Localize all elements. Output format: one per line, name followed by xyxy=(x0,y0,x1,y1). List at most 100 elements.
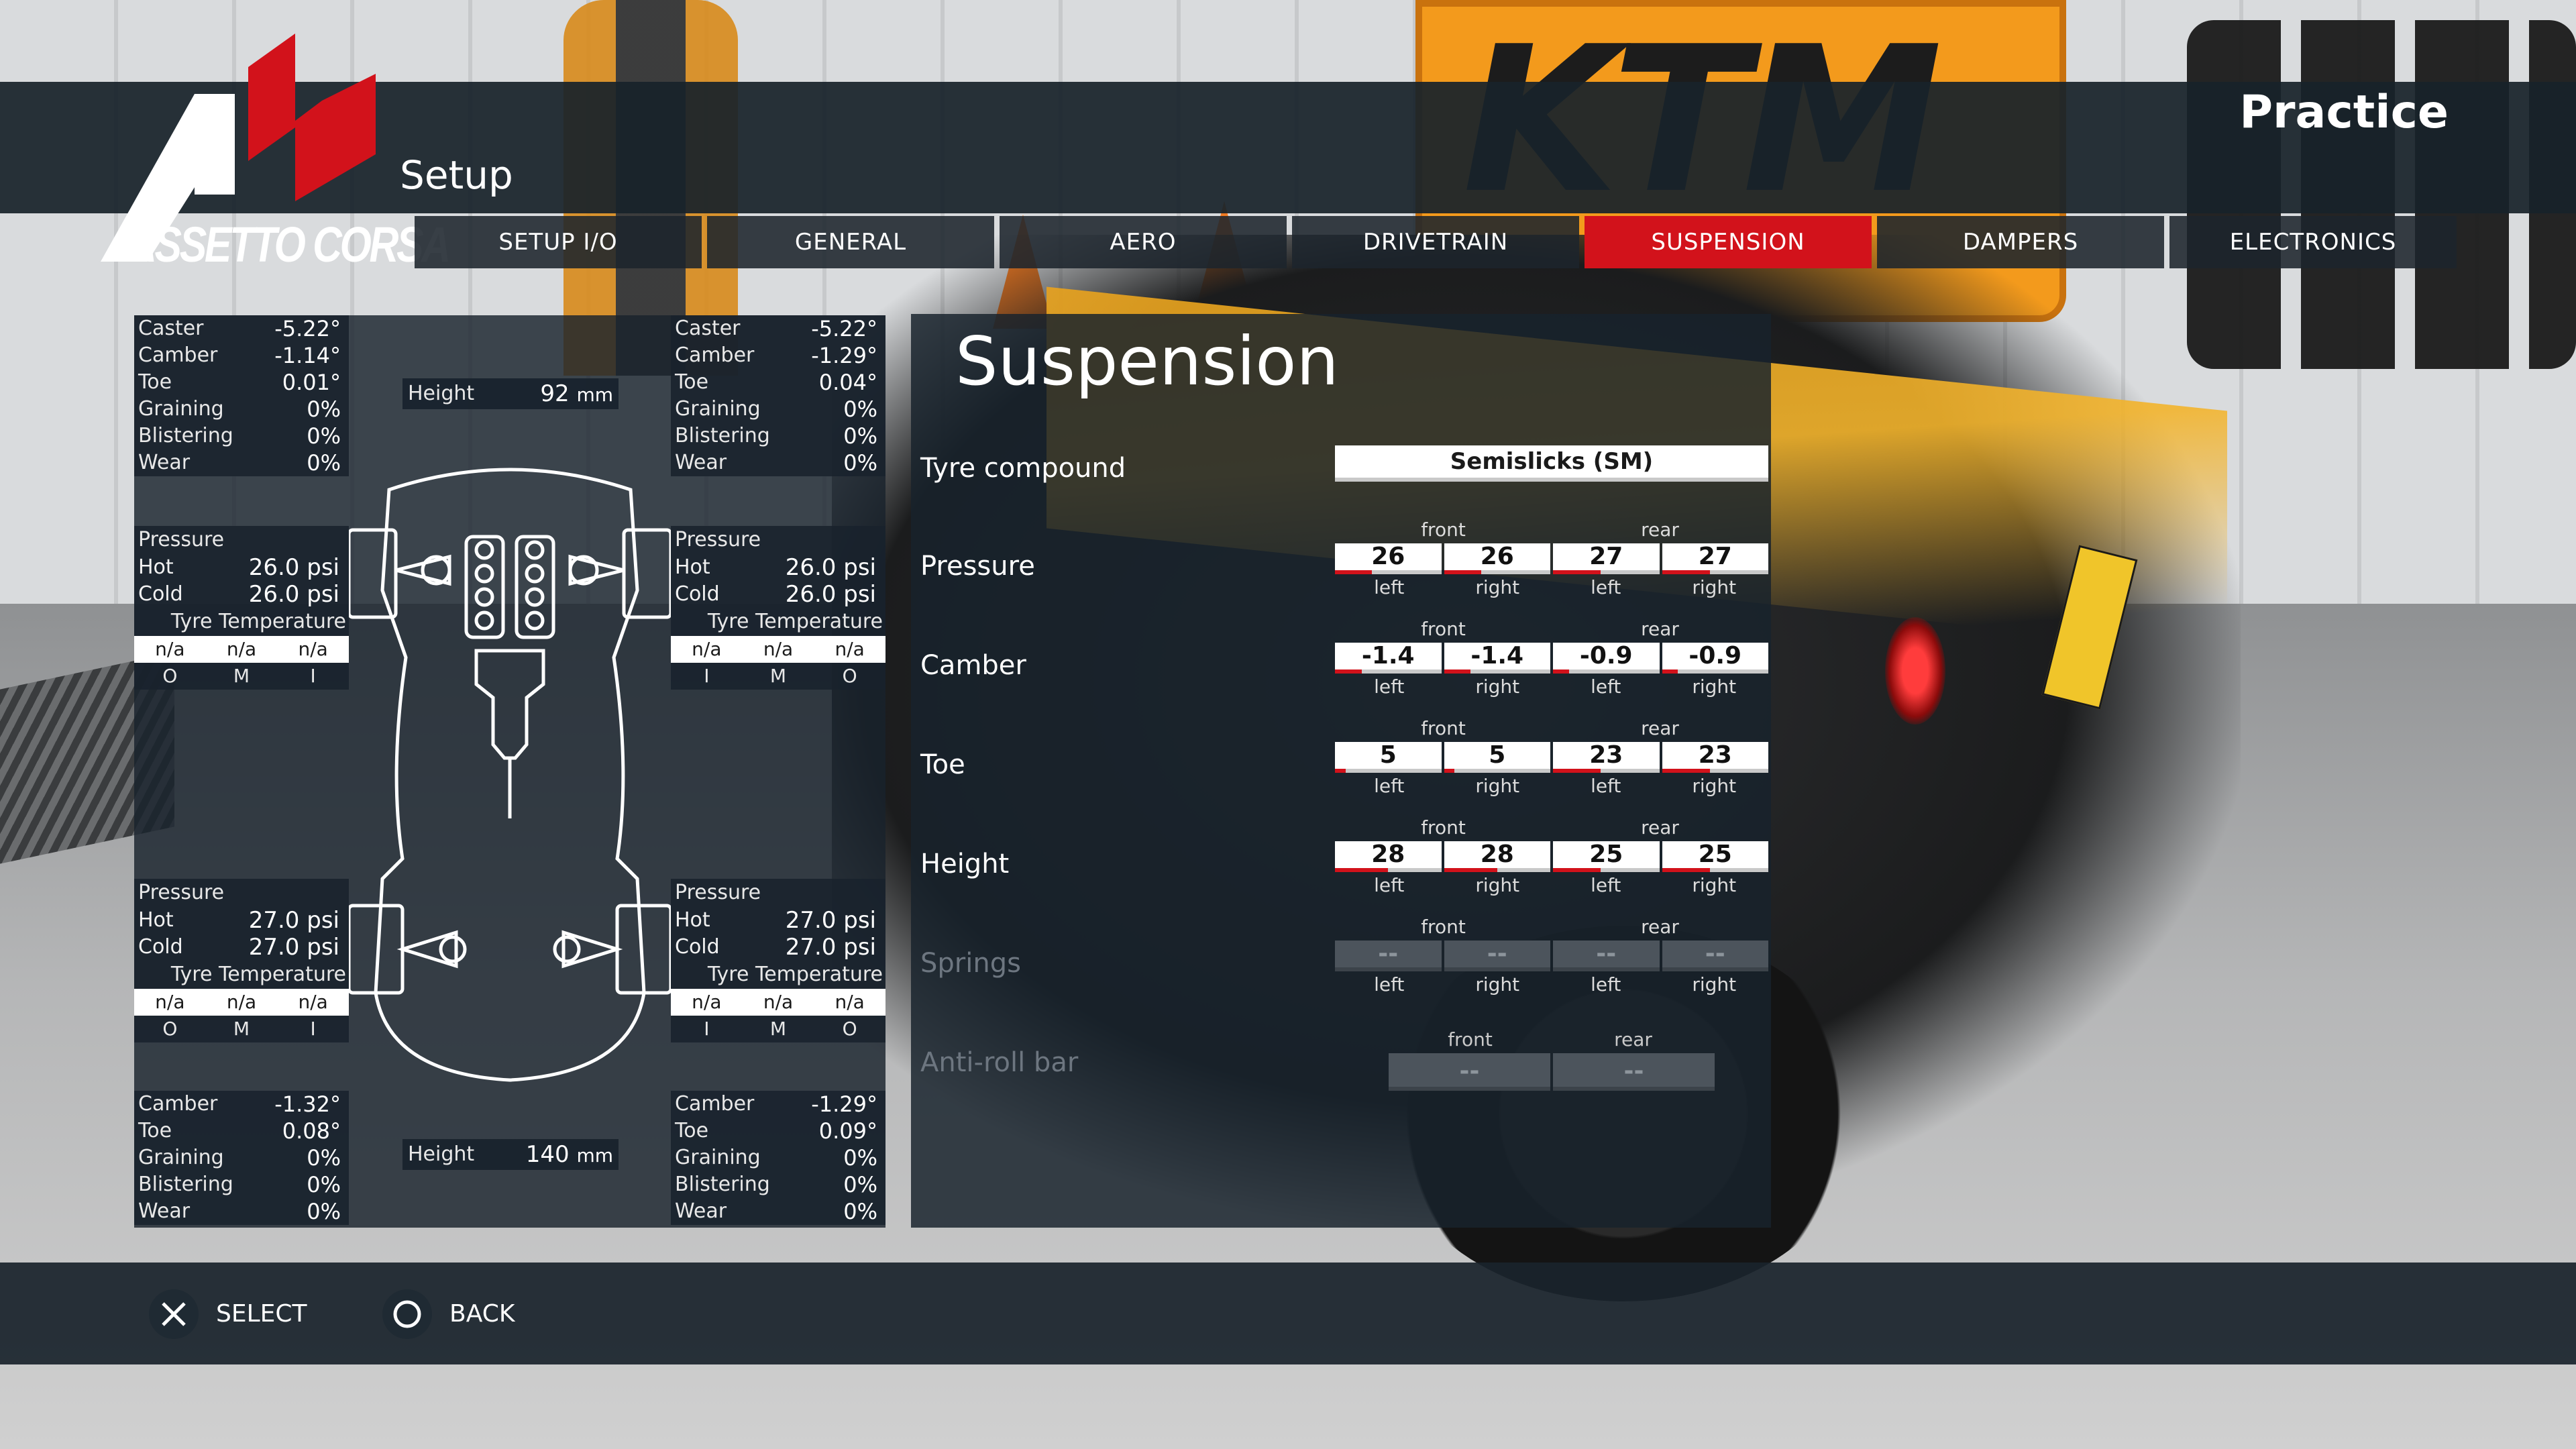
tyre-temperature-values: n/a n/a n/a xyxy=(134,989,349,1016)
level-bar xyxy=(1335,868,1389,872)
stat-caster: Caster -5.22° xyxy=(671,315,885,342)
front-right-tyre: Pressure Hot 26.0 psi Cold 26.0 psi Tyre T… xyxy=(671,526,885,690)
front-ride-height: Height 92 mm xyxy=(402,378,619,409)
tab-suspension[interactable]: SUSPENSION xyxy=(1585,216,1872,268)
level-bar xyxy=(1553,570,1601,574)
level-bar xyxy=(1444,570,1481,574)
pressure-label: Pressure xyxy=(671,879,885,907)
cold-pressure: Cold 26.0 psi xyxy=(134,581,349,608)
tyre-temperature-values: n/a n/a n/a xyxy=(671,989,885,1016)
tyre-temperature-values: n/a n/a n/a xyxy=(134,636,349,663)
pressure-front-left[interactable]: 26 xyxy=(1335,543,1442,574)
back-label: BACK xyxy=(449,1300,515,1328)
back-hint[interactable]: BACK xyxy=(382,1289,515,1339)
front-left-tyre: Pressure Hot 26.0 psi Cold 26.0 psi Tyre T… xyxy=(134,526,349,690)
stat-camber: Camber -1.32° xyxy=(134,1091,349,1118)
camber-grid: front rear -1.4 -1.4 -0.9 -0.9 left right l… xyxy=(1335,616,1768,700)
pressure-rear-left[interactable]: 27 xyxy=(1553,543,1660,574)
stat-toe: Toe 0.04° xyxy=(671,369,885,396)
level-bar xyxy=(1444,868,1497,872)
tyre-temperature-zones: I M O xyxy=(671,663,885,690)
pressure-label: Pressure xyxy=(671,526,885,554)
stat-wear: Wear 0% xyxy=(671,449,885,476)
level-bar xyxy=(1662,769,1710,773)
stat-graining: Graining 0% xyxy=(671,1144,885,1171)
tab-setup-io[interactable]: SETUP I/O xyxy=(415,216,702,268)
select-hint[interactable]: SELECT xyxy=(149,1289,307,1339)
level-bar xyxy=(1444,669,1471,674)
stat-graining: Graining 0% xyxy=(671,396,885,423)
height-rear-right[interactable]: 25 xyxy=(1662,841,1768,872)
level-bar xyxy=(1335,669,1362,674)
level-bar xyxy=(1553,669,1569,674)
height-rear-left[interactable]: 25 xyxy=(1553,841,1660,872)
stat-toe: Toe 0.09° xyxy=(671,1118,885,1144)
stat-graining: Graining 0% xyxy=(134,396,349,423)
front-label: front xyxy=(1421,519,1466,541)
tyre-temperature-label: Tyre Temperature xyxy=(134,608,349,636)
springs-rear-left: -- xyxy=(1553,941,1660,971)
cross-button-icon xyxy=(149,1289,199,1339)
camber-rear-left[interactable]: -0.9 xyxy=(1553,643,1660,674)
pressure-label: Pressure xyxy=(134,879,349,907)
screen-title: Setup xyxy=(400,152,513,198)
anti-roll-bar-front: -- xyxy=(1389,1053,1550,1091)
level-bar xyxy=(1335,570,1373,574)
height-front-right[interactable]: 28 xyxy=(1444,841,1550,872)
stat-graining: Graining 0% xyxy=(134,1144,349,1171)
tyre-temperature-zones: I M O xyxy=(671,1016,885,1042)
row-label-camber: Camber xyxy=(920,650,1026,681)
anti-roll-bar-grid: front rear -- -- xyxy=(1389,1026,1715,1091)
row-label-pressure: Pressure xyxy=(920,551,1035,582)
tab-aero[interactable]: AERO xyxy=(1000,216,1287,268)
springs-grid: front rear -- -- -- -- left right left right xyxy=(1335,914,1768,998)
tyre-temperature-label: Tyre Temperature xyxy=(671,961,885,989)
stat-blistering: Blistering 0% xyxy=(671,1171,885,1198)
rear-label: rear xyxy=(1641,519,1679,541)
hot-pressure: Hot 26.0 psi xyxy=(671,554,885,581)
stat-blistering: Blistering 0% xyxy=(134,1171,349,1198)
toe-front-right[interactable]: 5 xyxy=(1444,742,1550,773)
camber-front-right[interactable]: -1.4 xyxy=(1444,643,1550,674)
pressure-label: Pressure xyxy=(134,526,349,554)
row-label-toe: Toe xyxy=(920,749,965,780)
springs-front-right: -- xyxy=(1444,941,1550,971)
height-front-left[interactable]: 28 xyxy=(1335,841,1442,872)
toe-rear-right[interactable]: 23 xyxy=(1662,742,1768,773)
pressure-front-right[interactable]: 26 xyxy=(1444,543,1550,574)
pressure-grid: front rear 26 26 27 27 left right left right xyxy=(1335,517,1768,601)
tab-electronics[interactable]: ELECTRONICS xyxy=(2169,216,2457,268)
front-left-alignment: Caster -5.22° Camber -1.14° Toe 0.01° Grain… xyxy=(134,315,349,476)
controller-hints-bar: SELECT BACK xyxy=(0,1263,2576,1364)
rear-ride-height: Height 140 mm xyxy=(402,1139,619,1170)
camber-front-left[interactable]: -1.4 xyxy=(1335,643,1442,674)
pressure-rear-right[interactable]: 27 xyxy=(1662,543,1768,574)
stat-toe: Toe 0.01° xyxy=(134,369,349,396)
stat-wear: Wear 0% xyxy=(134,1198,349,1225)
tyre-temperature-zones: O M I xyxy=(134,1016,349,1042)
stat-blistering: Blistering 0% xyxy=(671,423,885,449)
stat-wear: Wear 0% xyxy=(134,449,349,476)
tyre-temperature-label: Tyre Temperature xyxy=(671,608,885,636)
rear-left-tyre: Pressure Hot 27.0 psi Cold 27.0 psi Tyre T… xyxy=(134,879,349,1042)
tab-drivetrain[interactable]: DRIVETRAIN xyxy=(1292,216,1579,268)
toe-rear-left[interactable]: 23 xyxy=(1553,742,1660,773)
tab-general[interactable]: GENERAL xyxy=(707,216,994,268)
hot-pressure: Hot 27.0 psi xyxy=(671,907,885,934)
hot-pressure: Hot 26.0 psi xyxy=(134,554,349,581)
tyre-compound-selector[interactable]: Semislicks (SM) xyxy=(1335,445,1768,482)
springs-front-left: -- xyxy=(1335,941,1442,971)
logo-wordmark: ASSETTO CORSA xyxy=(127,217,451,272)
camber-rear-right[interactable]: -0.9 xyxy=(1662,643,1768,674)
row-label-height: Height xyxy=(920,849,1010,879)
car-chassis-diagram-icon xyxy=(349,468,671,1082)
stat-camber: Camber -1.29° xyxy=(671,342,885,369)
hot-pressure: Hot 27.0 psi xyxy=(134,907,349,934)
row-label-springs: Springs xyxy=(920,948,1021,979)
rear-right-alignment: Camber -1.29° Toe 0.09° Graining 0% Blister… xyxy=(671,1091,885,1225)
tyre-compound-label: Tyre compound xyxy=(920,453,1126,484)
toe-front-left[interactable]: 5 xyxy=(1335,742,1442,773)
tab-dampers[interactable]: DAMPERS xyxy=(1877,216,2164,268)
select-label: SELECT xyxy=(216,1300,307,1328)
circle-button-icon xyxy=(382,1289,432,1339)
